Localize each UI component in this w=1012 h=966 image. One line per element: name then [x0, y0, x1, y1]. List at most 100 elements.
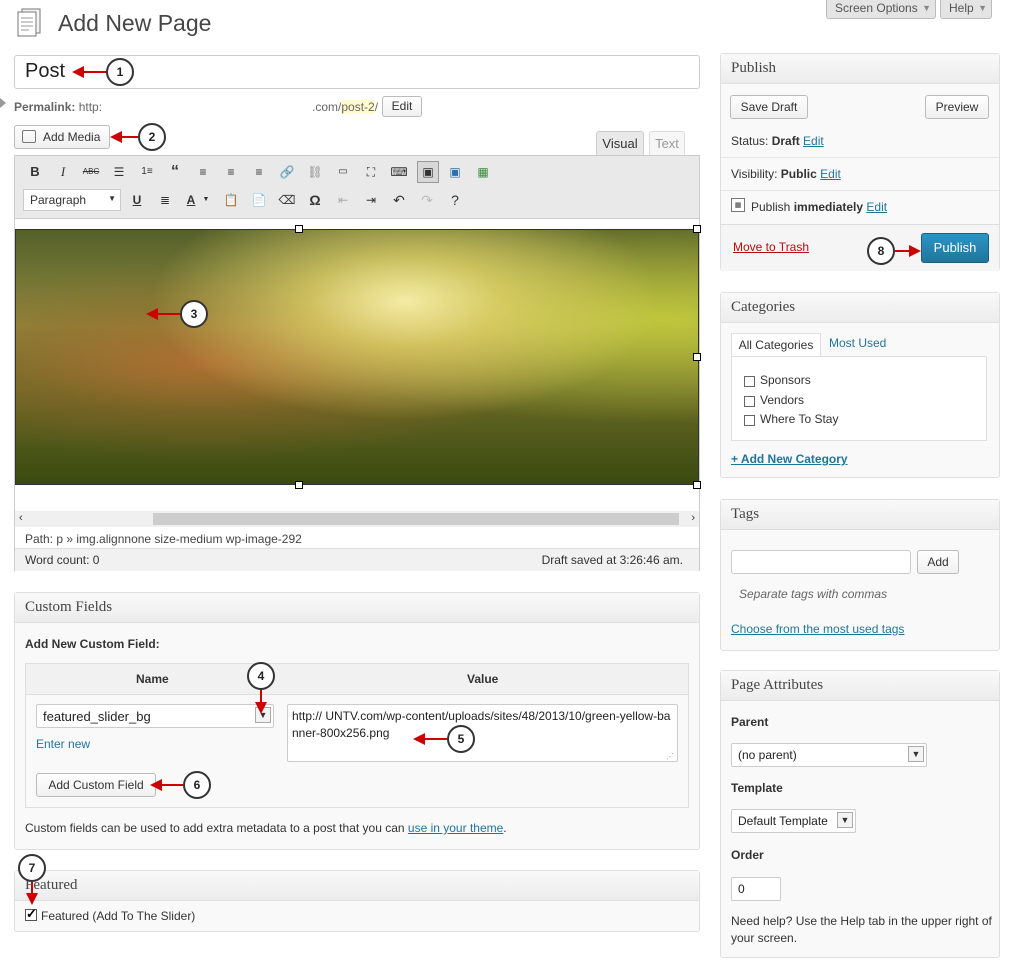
custom-fields-box: Custom Fields Add New Custom Field: Name… [14, 592, 700, 850]
publish-time-row: Publish immediately Edit [751, 200, 887, 214]
tags-header[interactable]: Tags [721, 500, 999, 530]
italic-icon[interactable]: I [53, 162, 73, 182]
align-left-icon[interactable]: ≡ [193, 162, 213, 182]
kitchen-sink-icon[interactable]: ⌨ [389, 162, 409, 182]
calendar-icon: ▦ [731, 198, 745, 212]
tags-input[interactable] [731, 550, 911, 574]
status-edit-link[interactable]: Edit [803, 134, 824, 148]
permalink-label: Permalink: [14, 100, 76, 114]
categories-box: Categories All Categories Most Used Spon… [720, 292, 1000, 478]
insert-image-icon[interactable]: ▣ [417, 161, 439, 183]
scrollbar-thumb[interactable] [153, 513, 679, 525]
status-label: Status: [731, 134, 772, 148]
custom-fields-header[interactable]: Custom Fields [15, 593, 699, 623]
align-center-icon[interactable]: ≡ [221, 162, 241, 182]
resize-handle[interactable] [295, 225, 303, 233]
custom-field-name-select[interactable]: featured_slider_bg ▼ [36, 704, 274, 728]
add-new-category-link[interactable]: + Add New Category [731, 452, 848, 466]
template-select[interactable]: Default Template ▼ [731, 809, 856, 833]
tab-visual[interactable]: Visual [596, 131, 644, 156]
bullet-list-icon[interactable]: ☰ [109, 162, 129, 182]
link-icon[interactable]: 🔗 [277, 162, 297, 182]
parent-label: Parent [731, 715, 769, 729]
screen-options-button[interactable]: Screen Options ▼ [826, 0, 936, 19]
redo-icon[interactable]: ↷ [417, 190, 437, 210]
add-custom-field-button[interactable]: Add Custom Field [36, 773, 156, 797]
resize-handle[interactable] [693, 353, 701, 361]
add-tag-button[interactable]: Add [917, 550, 959, 574]
categories-title: Categories [731, 299, 796, 315]
resize-grip-icon[interactable]: ⋰ [666, 752, 674, 761]
unlink-icon[interactable]: ⛓ [305, 162, 325, 182]
resize-handle[interactable] [295, 481, 303, 489]
editor-image[interactable] [15, 229, 699, 485]
video-icon[interactable]: ▦ [473, 162, 493, 182]
categories-header[interactable]: Categories [721, 293, 999, 323]
chevron-down-icon[interactable]: ▼ [908, 746, 924, 762]
tab-all-categories[interactable]: All Categories [731, 333, 821, 357]
slider-icon[interactable]: ▣ [445, 162, 465, 182]
category-checkbox[interactable] [744, 396, 755, 407]
resize-handle[interactable] [693, 225, 701, 233]
order-input-value: 0 [738, 882, 745, 896]
callout-8: 8 [867, 237, 895, 265]
callout-3: 3 [180, 300, 208, 328]
order-input[interactable]: 0 [731, 877, 781, 901]
underline-icon[interactable]: U [127, 190, 147, 210]
editor-scrollbar[interactable]: ‹ › [15, 511, 699, 527]
custom-field-value-text: http:// UNTV.com/wp-content/uploads/site… [292, 709, 671, 740]
parent-select[interactable]: (no parent) ▼ [731, 743, 927, 767]
publish-header[interactable]: Publish [721, 54, 999, 84]
tab-most-used[interactable]: Most Used [829, 336, 886, 350]
chevron-right-icon[interactable]: › [691, 512, 695, 524]
clear-format-icon[interactable]: ⌫ [277, 190, 297, 210]
indent-icon[interactable]: ⇥ [361, 190, 381, 210]
help-button[interactable]: Help ▼ [940, 0, 992, 19]
help-icon[interactable]: ? [445, 190, 465, 210]
paste-text-icon[interactable]: 📋 [221, 190, 241, 210]
numbered-list-icon[interactable]: 1≡ [137, 162, 157, 182]
permalink-edit-button[interactable]: Edit [382, 96, 422, 117]
align-right-icon[interactable]: ≡ [249, 162, 269, 182]
page-attributes-header[interactable]: Page Attributes [721, 671, 999, 701]
outdent-icon[interactable]: ⇤ [333, 190, 353, 210]
more-tag-icon[interactable]: ▭ [333, 162, 353, 182]
choose-tags-link[interactable]: Choose from the most used tags [731, 622, 904, 636]
permalink-url[interactable]: .com/post-2/ [312, 100, 378, 114]
blockquote-icon[interactable]: “ [165, 162, 185, 182]
fullscreen-icon[interactable]: ⛶ [361, 162, 381, 182]
resize-handle[interactable] [693, 481, 701, 489]
preview-button[interactable]: Preview [925, 95, 989, 119]
paste-word-icon[interactable]: 📄 [249, 190, 269, 210]
chevron-left-icon[interactable]: ‹ [19, 512, 23, 524]
strikethrough-icon[interactable]: ABC [81, 162, 101, 182]
use-in-theme-link[interactable]: use in your theme [408, 821, 503, 835]
undo-icon[interactable]: ↶ [389, 190, 409, 210]
bold-icon[interactable]: B [25, 162, 45, 182]
custom-field-value-textarea[interactable]: http:// UNTV.com/wp-content/uploads/site… [287, 704, 678, 762]
format-select[interactable]: Paragraph ▼ [23, 189, 121, 211]
category-checkbox[interactable] [744, 376, 755, 387]
tab-text[interactable]: Text [649, 131, 685, 155]
chevron-down-icon[interactable]: ▼ [837, 812, 853, 828]
visibility-edit-link[interactable]: Edit [820, 167, 841, 181]
move-to-trash-link[interactable]: Move to Trash [733, 240, 809, 254]
justify-icon[interactable]: ≣ [155, 190, 175, 210]
featured-header[interactable]: Featured [15, 871, 699, 901]
featured-checkbox[interactable]: ✓ [25, 906, 37, 921]
permalink-slug[interactable]: post-2 [341, 100, 375, 114]
enter-new-link[interactable]: Enter new [36, 737, 90, 751]
add-media-button[interactable]: Add Media [14, 125, 110, 149]
callout-arrow-line [120, 136, 138, 138]
publish-button[interactable]: Publish [921, 233, 989, 263]
page-attributes-help: Need help? Use the Help tab in the upper… [731, 914, 992, 945]
publish-time-edit-link[interactable]: Edit [866, 200, 887, 214]
save-draft-button[interactable]: Save Draft [730, 95, 808, 119]
custom-fields-note-text: Custom fields can be used to add extra m… [25, 821, 408, 835]
permalink-start: http: [78, 100, 103, 114]
chevron-down-icon[interactable]: ▼ [201, 190, 211, 210]
chevron-down-icon: ▼ [978, 3, 987, 13]
text-color-icon[interactable]: A [181, 190, 201, 210]
category-checkbox[interactable] [744, 415, 755, 426]
special-char-icon[interactable]: Ω [305, 190, 325, 210]
